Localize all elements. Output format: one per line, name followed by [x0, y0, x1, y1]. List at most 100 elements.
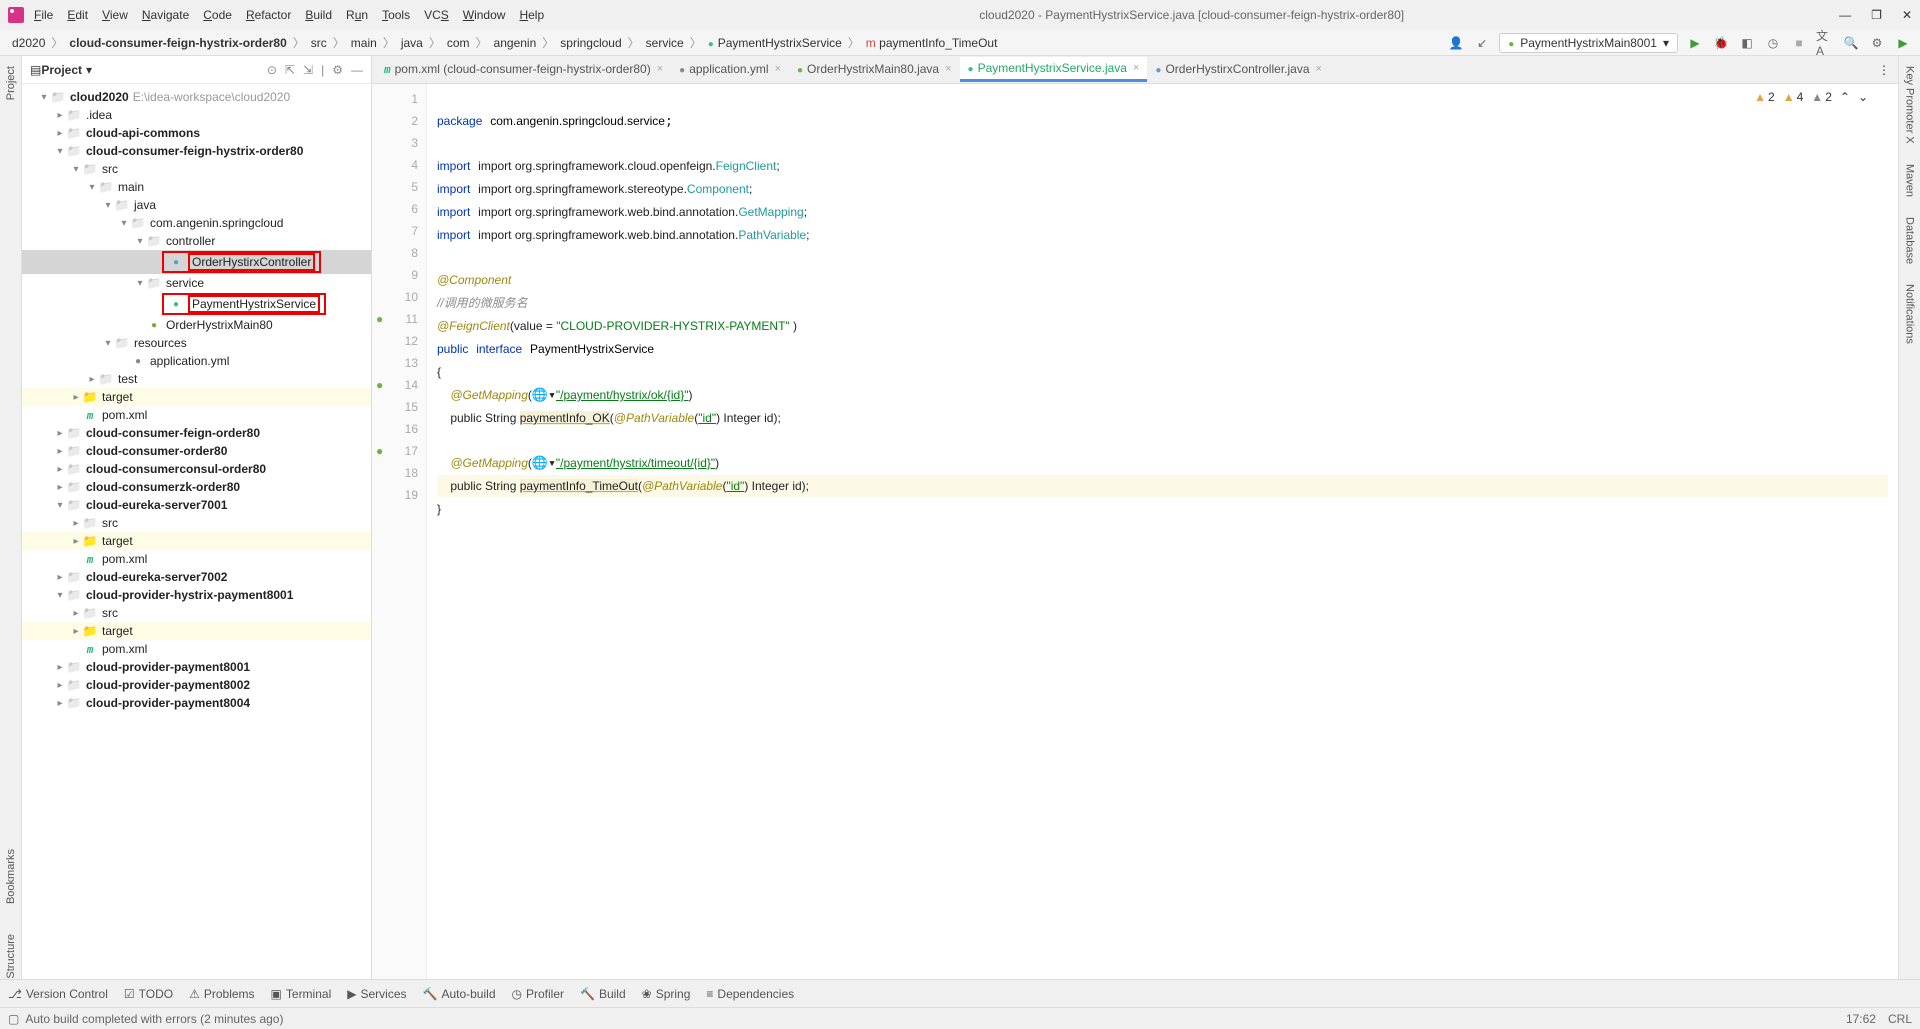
tree-item-cloud-consumer-feign-order80[interactable]: ▸cloud-consumer-feign-order80: [22, 424, 371, 442]
close-tab-icon[interactable]: ×: [1133, 62, 1139, 74]
project-tree[interactable]: ▾cloud2020E:\idea-workspace\cloud2020▸.i…: [22, 84, 371, 979]
settings-icon[interactable]: ⚙: [332, 63, 343, 77]
close-tab-icon[interactable]: ×: [657, 63, 663, 75]
project-tool-tab[interactable]: Project: [5, 66, 17, 100]
tree-item-cloud2020[interactable]: ▾cloud2020E:\idea-workspace\cloud2020: [22, 88, 371, 106]
close-tab-icon[interactable]: ×: [945, 63, 951, 75]
tree-item-resources[interactable]: ▾resources: [22, 334, 371, 352]
database-tab[interactable]: Database: [1904, 217, 1916, 264]
tree-item-cloud-provider-payment8002[interactable]: ▸cloud-provider-payment8002: [22, 676, 371, 694]
tree-item-java[interactable]: ▾java: [22, 196, 371, 214]
tool-dependencies[interactable]: ≡ Dependencies: [706, 987, 794, 1001]
tree-item-cloud-consumer-order80[interactable]: ▸cloud-consumer-order80: [22, 442, 371, 460]
tree-item-application.yml[interactable]: application.yml: [22, 352, 371, 370]
tree-item-test[interactable]: ▸test: [22, 370, 371, 388]
tree-item-.idea[interactable]: ▸.idea: [22, 106, 371, 124]
debug-button[interactable]: 🐞: [1712, 34, 1730, 52]
tool-problems[interactable]: ⚠ Problems: [189, 987, 254, 1001]
hide-icon[interactable]: —: [351, 63, 363, 77]
stop-button[interactable]: ■: [1790, 34, 1808, 52]
tree-item-com.angenin.springcloud[interactable]: ▾com.angenin.springcloud: [22, 214, 371, 232]
menu-tools[interactable]: Tools: [382, 8, 410, 22]
tree-item-controller[interactable]: ▾controller: [22, 232, 371, 250]
menu-run[interactable]: Run: [346, 8, 368, 22]
breadcrumb-1[interactable]: cloud-consumer-feign-hystrix-order80: [65, 34, 290, 52]
breadcrumb-0[interactable]: d2020: [8, 34, 49, 52]
chevron-down-icon[interactable]: ▾: [86, 63, 92, 77]
tree-item-src[interactable]: ▸src: [22, 514, 371, 532]
structure-tool-tab[interactable]: Structure: [5, 934, 17, 979]
menu-refactor[interactable]: Refactor: [246, 8, 291, 22]
search-icon[interactable]: 🔍: [1842, 34, 1860, 52]
breadcrumb-6[interactable]: angenin: [490, 34, 541, 52]
editor-tab[interactable]: application.yml×: [671, 58, 789, 82]
translate-icon[interactable]: 文A: [1816, 34, 1834, 52]
run-config-selector[interactable]: PaymentHystrixMain8001 ▾: [1499, 33, 1678, 53]
expand-icon[interactable]: ⇱: [285, 63, 295, 77]
tree-item-target[interactable]: ▸target: [22, 622, 371, 640]
code-editor[interactable]: package com.angenin.springcloud.service;…: [427, 84, 1898, 979]
maven-tab[interactable]: Maven: [1904, 164, 1916, 197]
build-arrow-icon[interactable]: ↙: [1473, 34, 1491, 52]
editor-tab[interactable]: PaymentHystrixService.java×: [960, 57, 1148, 82]
chevron-up-icon[interactable]: ⌃: [1840, 90, 1850, 104]
tree-item-cloud-eureka-server7002[interactable]: ▸cloud-eureka-server7002: [22, 568, 371, 586]
tree-item-pom.xml[interactable]: pom.xml: [22, 640, 371, 658]
menu-edit[interactable]: Edit: [67, 8, 88, 22]
tree-item-cloud-provider-payment8004[interactable]: ▸cloud-provider-payment8004: [22, 694, 371, 712]
close-tab-icon[interactable]: ×: [775, 63, 781, 75]
tool-profiler[interactable]: ◷ Profiler: [512, 987, 565, 1001]
menu-file[interactable]: File: [34, 8, 53, 22]
tree-item-cloud-api-commons[interactable]: ▸cloud-api-commons: [22, 124, 371, 142]
tree-item-target[interactable]: ▸target: [22, 532, 371, 550]
tab-menu-icon[interactable]: ⋮: [1870, 63, 1898, 77]
tree-item-cloud-consumerzk-order80[interactable]: ▸cloud-consumerzk-order80: [22, 478, 371, 496]
editor-tab[interactable]: OrderHystirxController.java×: [1147, 58, 1330, 82]
tree-item-cloud-eureka-server7001[interactable]: ▾cloud-eureka-server7001: [22, 496, 371, 514]
tree-item-src[interactable]: ▸src: [22, 604, 371, 622]
tree-item-src[interactable]: ▾src: [22, 160, 371, 178]
run-button[interactable]: ▶: [1686, 34, 1704, 52]
inspection-badges[interactable]: ▲2 ▲4 ▲2 ⌃ ⌄: [1754, 90, 1868, 104]
key-promoter-tab[interactable]: Key Promoter X: [1904, 66, 1916, 144]
tree-item-cloud-provider-payment8001[interactable]: ▸cloud-provider-payment8001: [22, 658, 371, 676]
tree-item-pom.xml[interactable]: pom.xml: [22, 406, 371, 424]
settings-icon[interactable]: ⚙: [1868, 34, 1886, 52]
breadcrumb-7[interactable]: springcloud: [556, 34, 625, 52]
notifications-tab[interactable]: Notifications: [1904, 284, 1916, 344]
tool-services[interactable]: ▶ Services: [347, 987, 406, 1001]
breadcrumb-10[interactable]: m paymentInfo_TimeOut: [862, 34, 1002, 52]
chevron-down-icon[interactable]: ⌄: [1858, 90, 1868, 104]
tree-item-main[interactable]: ▾main: [22, 178, 371, 196]
maximize-button[interactable]: ❐: [1871, 8, 1882, 22]
menu-window[interactable]: Window: [463, 8, 506, 22]
tool-terminal[interactable]: ▣ Terminal: [271, 987, 332, 1001]
coverage-button[interactable]: ◧: [1738, 34, 1756, 52]
breadcrumb-3[interactable]: main: [347, 34, 381, 52]
tree-item-PaymentHystrixService[interactable]: PaymentHystrixService: [22, 292, 371, 316]
breadcrumb-5[interactable]: com: [443, 34, 474, 52]
locate-icon[interactable]: ⊙: [267, 63, 277, 77]
tree-item-cloud-consumerconsul-order80[interactable]: ▸cloud-consumerconsul-order80: [22, 460, 371, 478]
close-button[interactable]: ✕: [1902, 8, 1912, 22]
tool-todo[interactable]: ☑ TODO: [124, 987, 173, 1001]
run-anything-icon[interactable]: ▶: [1894, 34, 1912, 52]
tool-version-control[interactable]: ⎇ Version Control: [8, 987, 108, 1001]
tree-item-cloud-consumer-feign-hystrix-order80[interactable]: ▾cloud-consumer-feign-hystrix-order80: [22, 142, 371, 160]
editor-tab[interactable]: pom.xml (cloud-consumer-feign-hystrix-or…: [376, 58, 671, 82]
tree-item-target[interactable]: ▸target: [22, 388, 371, 406]
tree-item-OrderHystrixMain80[interactable]: OrderHystrixMain80: [22, 316, 371, 334]
user-icon[interactable]: 👤: [1447, 34, 1465, 52]
tool-spring[interactable]: ❀ Spring: [642, 987, 691, 1001]
tool-auto-build[interactable]: 🔨 Auto-build: [423, 987, 496, 1001]
bookmarks-tool-tab[interactable]: Bookmarks: [5, 849, 17, 904]
collapse-icon[interactable]: ⇲: [303, 63, 313, 77]
close-tab-icon[interactable]: ×: [1316, 63, 1322, 75]
breadcrumb-8[interactable]: service: [642, 34, 688, 52]
menu-vcs[interactable]: VCS: [424, 8, 449, 22]
menu-code[interactable]: Code: [203, 8, 232, 22]
menu-build[interactable]: Build: [305, 8, 332, 22]
menu-navigate[interactable]: Navigate: [142, 8, 189, 22]
breadcrumb-9[interactable]: PaymentHystrixService: [704, 34, 846, 52]
tool-build[interactable]: 🔨 Build: [580, 987, 626, 1001]
